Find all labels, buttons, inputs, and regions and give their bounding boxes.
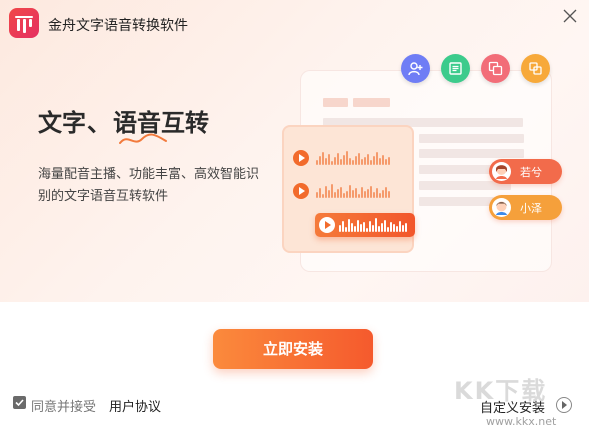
app-logo-icon	[9, 8, 39, 38]
voice-name: 若兮	[520, 166, 542, 179]
user-add-button[interactable]	[401, 54, 430, 83]
title-bar: 金舟文字语音转换软件	[0, 0, 589, 46]
play-button[interactable]	[293, 150, 309, 166]
description-line-1: 海量配音主播、功能丰富、高效智能识	[38, 167, 260, 182]
agreement-checkbox[interactable]	[13, 396, 26, 409]
voice-option-ruoxi[interactable]: 若兮	[489, 159, 562, 184]
user-agreement-link[interactable]: 用户协议	[109, 396, 161, 415]
audio-waveform	[316, 184, 391, 198]
audio-waveform	[316, 151, 391, 165]
voice-name: 小泽	[520, 202, 542, 215]
play-button[interactable]	[293, 183, 309, 199]
image-convert-button[interactable]	[481, 54, 510, 83]
voice-option-xiaoze[interactable]: 小泽	[489, 195, 562, 220]
image-convert-icon	[488, 61, 503, 76]
headline-text-1: 文字	[38, 109, 86, 137]
avatar	[492, 162, 511, 181]
chevron-right-icon[interactable]	[556, 397, 572, 413]
headline: 文字 、 语音互转	[38, 107, 238, 147]
illustration-bar	[323, 98, 348, 107]
audio-row-active[interactable]	[315, 213, 415, 237]
description-line-2: 别的文字语音互转软件	[38, 189, 169, 204]
headline-separator: 、	[87, 109, 111, 137]
install-button-label: 立即安装	[262, 340, 323, 358]
checkmark-icon	[15, 399, 24, 407]
squiggle-decoration	[119, 133, 167, 144]
watermark-text: KK下载	[454, 377, 548, 405]
watermark-url: www.kkx.net	[486, 415, 557, 428]
audio-waveform	[339, 218, 409, 232]
document-button[interactable]	[441, 54, 470, 83]
illustration-bar	[353, 98, 390, 107]
user-add-icon	[408, 62, 423, 76]
illustration-bar	[419, 149, 524, 158]
copy-button[interactable]	[521, 54, 550, 83]
install-button[interactable]: 立即安装	[213, 329, 373, 369]
play-button[interactable]	[319, 217, 335, 233]
app-title: 金舟文字语音转换软件	[48, 18, 188, 34]
avatar	[492, 198, 511, 217]
illustration-bar	[419, 134, 524, 143]
agreement-text: 同意并接受	[31, 400, 97, 415]
close-button[interactable]	[560, 6, 580, 26]
copy-icon	[529, 62, 542, 75]
document-icon	[449, 62, 462, 75]
close-icon	[563, 9, 577, 23]
